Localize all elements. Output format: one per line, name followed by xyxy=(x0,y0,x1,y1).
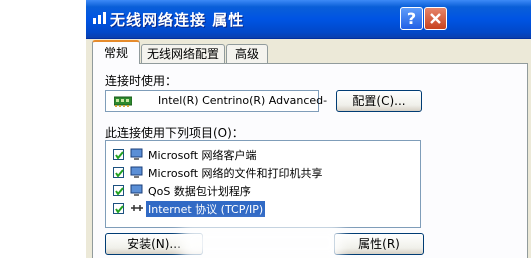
item-label: Internet 协议 (TCP/IP) xyxy=(146,201,266,217)
help-icon: ? xyxy=(406,9,417,28)
checkbox[interactable] xyxy=(113,149,124,160)
tab-advanced[interactable]: 高级 xyxy=(226,44,268,63)
items-label: 此连接使用下列项目(O)： xyxy=(105,126,244,140)
components-list[interactable]: Microsoft 网络客户端 Microsoft 网络的文件和打印机共享 Qo… xyxy=(105,140,421,228)
wireless-connection-icon xyxy=(93,12,106,24)
file-printer-sharing-icon xyxy=(130,166,143,178)
list-item[interactable]: Microsoft 网络的文件和打印机共享 xyxy=(106,164,420,181)
help-button[interactable]: ? xyxy=(400,7,423,30)
properties-button[interactable]: 属性(R) xyxy=(334,233,424,255)
checkbox[interactable] xyxy=(113,185,124,196)
close-button[interactable] xyxy=(424,7,447,30)
blur-overlay xyxy=(181,226,341,258)
checkmark-icon xyxy=(115,205,124,214)
protocol-icon xyxy=(131,205,143,211)
list-item[interactable]: Internet 协议 (TCP/IP) xyxy=(106,200,420,217)
checkbox[interactable] xyxy=(113,203,124,214)
item-label: Microsoft 网络的文件和打印机共享 xyxy=(148,167,323,180)
qos-scheduler-icon xyxy=(130,184,143,196)
item-label: Microsoft 网络客户端 xyxy=(148,149,257,162)
configure-button[interactable]: 配置(C)... xyxy=(336,90,422,112)
checkmark-icon xyxy=(115,151,124,160)
tab-general[interactable]: 常规 xyxy=(92,40,140,64)
tab-wireless-config[interactable]: 无线网络配置 xyxy=(141,44,225,63)
network-adapter-icon xyxy=(114,96,132,107)
checkmark-icon xyxy=(115,187,124,196)
checkmark-icon xyxy=(115,169,124,178)
network-client-icon xyxy=(130,148,143,160)
adapter-name: Intel(R) Centrino(R) Advanced- xyxy=(158,94,328,107)
list-item[interactable]: Microsoft 网络客户端 xyxy=(106,146,420,163)
adapter-field: Intel(R) Centrino(R) Advanced- xyxy=(105,90,327,112)
properties-dialog: 无线网络连接 属性 ? 常规 无线网络配置 高级 连接时使用： Intel(R)… xyxy=(86,0,531,258)
window-title: 无线网络连接 属性 xyxy=(110,11,245,29)
connect-using-label: 连接时使用： xyxy=(105,74,178,88)
title-bar[interactable]: 无线网络连接 属性 ? xyxy=(86,0,531,39)
tab-strip: 常规 无线网络配置 高级 xyxy=(86,38,531,64)
checkbox[interactable] xyxy=(113,167,124,178)
close-icon xyxy=(430,13,441,24)
item-label: QoS 数据包计划程序 xyxy=(148,185,251,198)
list-item[interactable]: QoS 数据包计划程序 xyxy=(106,182,420,199)
